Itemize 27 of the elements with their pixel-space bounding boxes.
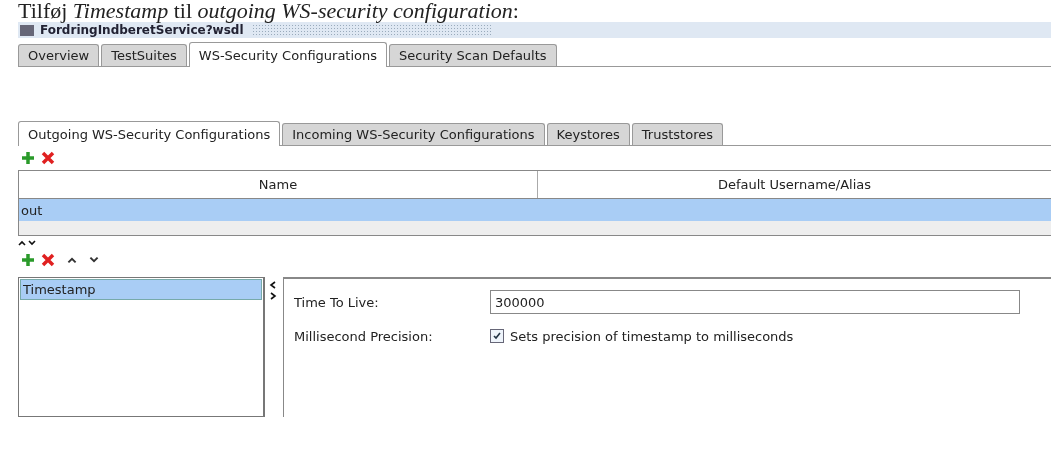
table-cell: out <box>21 202 43 218</box>
checkbox[interactable] <box>490 329 504 343</box>
field-label: Time To Live: <box>294 294 380 310</box>
splitter-arrows-icon[interactable] <box>18 239 38 247</box>
tab[interactable]: Security Scan Defaults <box>389 44 557 66</box>
window-title: FordringIndberetService?wsdl <box>40 23 244 37</box>
tab[interactable]: Keystores <box>546 123 630 145</box>
column-header[interactable]: Name <box>19 171 538 198</box>
tab[interactable]: WS-Security Configurations <box>188 42 388 67</box>
delete-icon[interactable] <box>40 150 56 166</box>
field-label: Millisecond Precision: <box>294 328 434 344</box>
add-icon[interactable] <box>20 252 36 268</box>
input-field[interactable]: 300000 <box>490 290 1020 314</box>
list-item[interactable]: Timestamp <box>20 279 262 300</box>
tab[interactable]: Overview <box>18 44 100 66</box>
table-row[interactable]: out <box>19 199 1051 221</box>
window-icon <box>20 24 34 36</box>
column-header[interactable]: Default Username/Alias <box>538 171 1051 198</box>
tab[interactable]: TestSuites <box>101 44 187 66</box>
tab[interactable]: Outgoing WS-Security Configurations <box>18 121 281 146</box>
checkbox-label: Sets precision of timestamp to milliseconds <box>510 328 794 344</box>
delete-icon[interactable] <box>40 252 56 268</box>
add-icon[interactable] <box>20 150 36 166</box>
caption-text: Tilføj Timestamp til outgoing WS-security configuration: <box>17 0 520 22</box>
collapse-arrows-icon[interactable] <box>269 281 277 301</box>
tab[interactable]: Truststores <box>631 123 723 145</box>
tab[interactable]: Incoming WS-Security Configurations <box>282 123 545 145</box>
